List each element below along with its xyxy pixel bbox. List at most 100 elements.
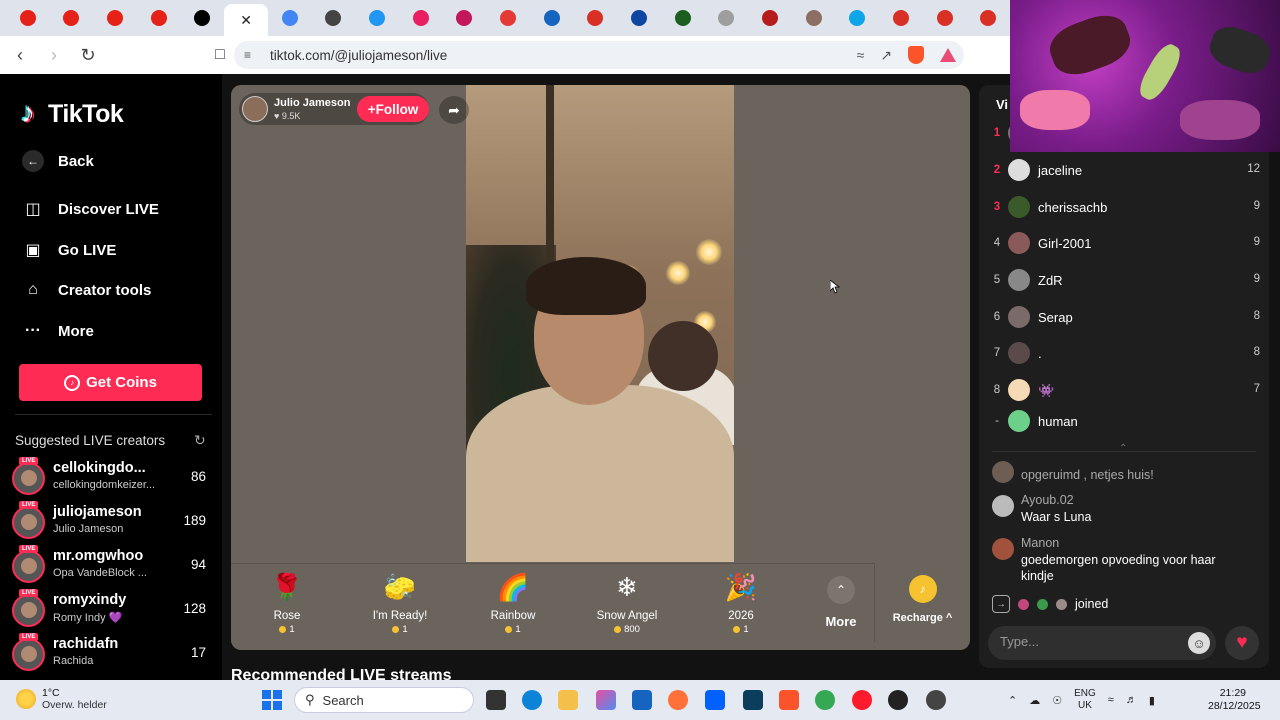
refresh-icon[interactable]: ↻ [194,432,206,449]
get-coins-button[interactable]: ♪ Get Coins [19,364,202,401]
viewer-avatar[interactable] [1008,196,1030,218]
wifi-icon[interactable]: ≈ [1108,694,1114,706]
browser-tab[interactable] [574,3,618,33]
gift-item[interactable]: ❄ Snow Angel 800 [587,570,667,636]
viewer-row[interactable]: - human [992,409,1262,435]
more-gifts-button[interactable]: ⌃ More [811,576,871,629]
browser-tab[interactable] [93,3,137,33]
dropbox-icon[interactable] [705,690,725,710]
live-video-panel[interactable]: Julio Jameson ♥ 9.5K +Follow ➦ ⌃ More 🌹 R… [231,85,970,650]
creator-avatar[interactable] [12,638,45,671]
browser-tab[interactable] [268,3,312,33]
follow-button[interactable]: +Follow [357,96,429,122]
suggested-creator[interactable]: LIVE mr.omgwhoo Opa VandeBlock ... 94 [12,545,212,586]
chrome-icon[interactable] [815,690,835,710]
address-bar[interactable]: ≡ tiktok.com/@juliojameson/live ≈ ↗ [234,41,964,69]
browser-tab[interactable] [50,3,94,33]
suggested-creator[interactable]: LIVE cellokingdo... cellokingdomkeizer... 8… [12,457,212,498]
chevron-up-icon[interactable]: ⌃ [1008,694,1017,707]
tiktok-logo[interactable]: TikTok [21,97,124,129]
creator-avatar[interactable] [12,594,45,627]
recharge-button[interactable]: ♪ Recharge ^ [881,563,964,642]
browser-tab[interactable] [486,3,530,33]
reload-icon[interactable]: ↻ [74,41,102,69]
site-settings-icon[interactable]: ≡ [244,48,264,62]
brave-icon[interactable] [779,690,799,710]
browser-tab[interactable] [181,3,225,33]
creator-avatar[interactable] [12,462,45,495]
app-icon[interactable] [926,690,946,710]
back-arrow-icon[interactable]: ‹ [6,41,34,69]
viewer-avatar[interactable] [1008,306,1030,328]
browser-tab[interactable] [530,3,574,33]
creator-avatar[interactable] [12,506,45,539]
file-explorer-icon[interactable] [558,690,578,710]
heart-icon[interactable]: ♥ [1225,626,1259,660]
edge-icon[interactable] [522,690,542,710]
gift-item[interactable]: 🌈 Rainbow 1 [473,570,553,636]
chat-input-box[interactable]: ☺ [988,626,1216,660]
emoji-icon[interactable]: ☺ [1188,632,1210,654]
viewer-avatar[interactable] [1008,379,1030,401]
browser-tab[interactable] [966,3,1010,33]
windows-start-icon[interactable] [262,690,282,710]
suggested-creator[interactable]: LIVE romyxindy Romy Indy 💜 128 [12,589,212,630]
back-link[interactable]: ← Back [22,150,94,172]
share-icon[interactable]: ➦ [439,96,469,124]
browser-tab[interactable] [137,3,181,33]
media-player-icon[interactable] [888,690,908,710]
chat-input[interactable] [1000,634,1170,649]
speaker-icon[interactable]: ♬ [1126,694,1137,706]
nav-discover-live[interactable]: ◫ Discover LIVE [22,198,158,220]
browser-tab[interactable] [923,3,967,33]
host-avatar[interactable] [242,96,268,122]
viewer-avatar[interactable] [1008,232,1030,254]
nav-more[interactable]: ··· More [22,320,94,342]
live-video[interactable] [466,85,734,562]
viewer-row[interactable]: 7.8 [992,341,1262,367]
microphone-icon[interactable]: ☉ [1052,694,1062,707]
taskbar-search[interactable]: ⚲ Search [294,687,474,713]
suggested-creator[interactable]: LIVE juliojameson Julio Jameson 189 [12,501,212,542]
suggested-creator[interactable]: LIVE rachidafn Rachida 17 [12,633,212,674]
browser-tab[interactable] [312,3,356,33]
chevron-up-icon[interactable]: ⌃ [1119,443,1127,454]
viewer-avatar[interactable] [1008,269,1030,291]
brave-shields-icon[interactable] [908,46,924,64]
bookmark-icon[interactable]: □ [210,46,230,64]
battery-icon[interactable]: ▮ [1149,694,1155,707]
viewer-row[interactable]: 8 👾 7 [992,378,1262,404]
store-icon[interactable] [632,690,652,710]
copilot-icon[interactable] [596,690,616,710]
opera-icon[interactable] [852,690,872,710]
chat-user[interactable]: Ayoub.02 [1021,493,1074,507]
cloud-icon[interactable]: ☁ [1029,694,1040,707]
browser-tab[interactable]: ✕ [224,4,268,36]
viewer-avatar[interactable] [1008,410,1030,432]
language-indicator[interactable]: ENG UK [1074,688,1096,712]
creator-avatar[interactable] [12,550,45,583]
browser-tab[interactable] [355,3,399,33]
viewer-row[interactable]: 6 Serap 8 [992,305,1262,331]
viewer-row[interactable]: 4 Girl-2001 9 [992,231,1262,257]
browser-tab[interactable] [748,3,792,33]
nav-creator-tools[interactable]: ⌂ Creator tools [22,279,151,301]
browser-tab[interactable] [399,3,443,33]
forward-arrow-icon[interactable]: › [40,41,68,69]
viewer-avatar[interactable] [1008,159,1030,181]
app-icon[interactable] [743,690,763,710]
browser-tab[interactable] [6,3,50,33]
browser-tab[interactable] [705,3,749,33]
brave-rewards-icon[interactable] [940,48,956,62]
viewer-row[interactable]: 2 jaceline 12 [992,158,1262,184]
clock[interactable]: 21:29 28/12/2025 [1208,687,1261,713]
browser-tab[interactable] [879,3,923,33]
gift-item[interactable]: 🌹 Rose 1 [247,570,327,636]
viewer-row[interactable]: 3 cherissachb 9 [992,195,1262,221]
browser-tab[interactable] [661,3,705,33]
viewer-row[interactable]: 5 ZdR 9 [992,268,1262,294]
weather-widget[interactable]: 1°C Overw. helder [16,687,107,711]
viewer-avatar[interactable] [1008,342,1030,364]
close-icon[interactable]: ✕ [240,12,252,29]
task-view-icon[interactable] [486,690,506,710]
